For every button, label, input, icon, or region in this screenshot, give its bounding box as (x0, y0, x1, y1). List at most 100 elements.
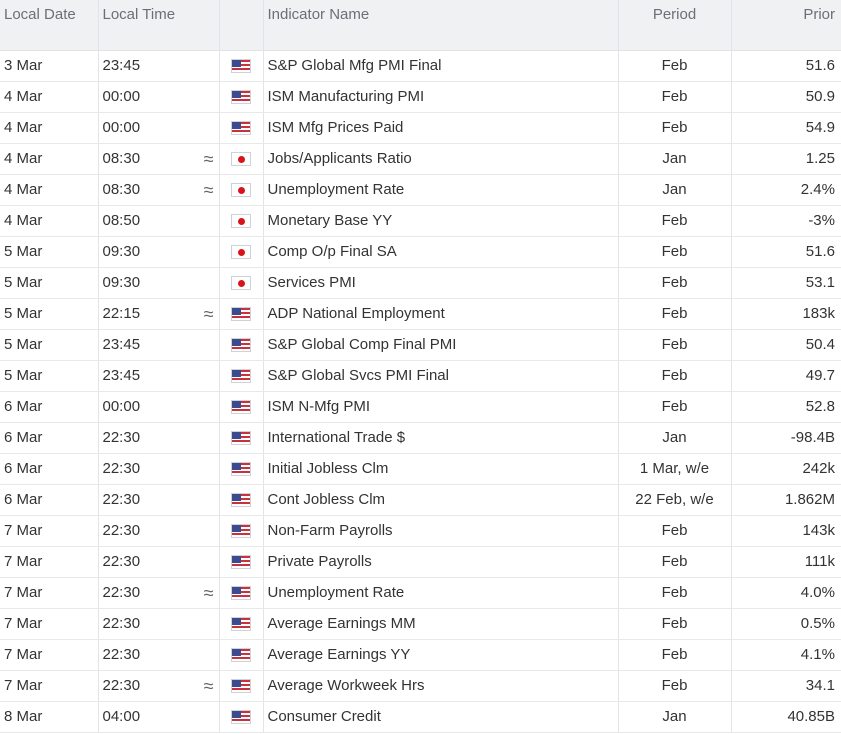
us-flag-icon (231, 555, 251, 570)
table-row[interactable]: 7 Mar 22:30 Average Earnings MM Feb 0.5% (0, 608, 841, 640)
indicator-name[interactable]: ADP National Employment (263, 298, 619, 330)
indicator-name[interactable]: Average Earnings YY (263, 639, 619, 671)
country-flag (219, 360, 264, 392)
table-row[interactable]: 5 Mar 09:30 Comp O/p Final SA Feb 51.6 (0, 236, 841, 268)
indicator-name[interactable]: S&P Global Comp Final PMI (263, 329, 619, 361)
indicator-name[interactable]: ISM Mfg Prices Paid (263, 112, 619, 144)
local-date: 3 Mar (0, 50, 99, 82)
table-row[interactable]: 5 Mar 22:15 ≈ ADP National Employment Feb 183… (0, 298, 841, 330)
time-value: 09:30 (102, 274, 141, 291)
period: Feb (618, 639, 732, 671)
table-row[interactable]: 5 Mar 23:45 S&P Global Comp Final PMI Feb 50… (0, 329, 841, 361)
table-row[interactable]: 4 Mar 00:00 ISM Manufacturing PMI Feb 50.9 (0, 81, 841, 113)
period: 22 Feb, w/e (618, 484, 732, 516)
prior-value: 111k (731, 546, 841, 578)
table-row[interactable]: 7 Mar 22:30 Average Earnings YY Feb 4.1% (0, 639, 841, 671)
local-date: 5 Mar (0, 236, 99, 268)
indicator-name[interactable]: Consumer Credit (263, 701, 619, 733)
time-value: 23:45 (102, 336, 141, 353)
country-flag (219, 236, 264, 268)
country-flag (219, 391, 264, 423)
indicator-name[interactable]: ISM Manufacturing PMI (263, 81, 619, 113)
period: Feb (618, 81, 732, 113)
indicator-name[interactable]: Cont Jobless Clm (263, 484, 619, 516)
table-row[interactable]: 4 Mar 08:30 ≈ Unemployment Rate Jan 2.4% (0, 174, 841, 206)
local-time: 08:50 (98, 205, 220, 237)
indicator-name[interactable]: Average Workweek Hrs (263, 670, 619, 702)
local-time: 22:30 (98, 484, 220, 516)
table-row[interactable]: 4 Mar 00:00 ISM Mfg Prices Paid Feb 54.9 (0, 112, 841, 144)
indicator-name[interactable]: Comp O/p Final SA (263, 236, 619, 268)
table-row[interactable]: 4 Mar 08:30 ≈ Jobs/Applicants Ratio Jan 1.25 (0, 143, 841, 175)
table-row[interactable]: 7 Mar 22:30 ≈ Average Workweek Hrs Feb 34.1 (0, 670, 841, 702)
period: Feb (618, 546, 732, 578)
indicator-name[interactable]: S&P Global Svcs PMI Final (263, 360, 619, 392)
approx-icon: ≈ (203, 582, 214, 603)
header-period[interactable]: Period (618, 0, 732, 51)
local-date: 5 Mar (0, 360, 99, 392)
indicator-name[interactable]: Services PMI (263, 267, 619, 299)
local-time: 23:45 (98, 329, 220, 361)
indicator-name[interactable]: Monetary Base YY (263, 205, 619, 237)
header-local-date[interactable]: Local Date (0, 0, 99, 51)
time-value: 00:00 (102, 88, 141, 105)
country-flag (219, 205, 264, 237)
table-row[interactable]: 7 Mar 22:30 Non-Farm Payrolls Feb 143k (0, 515, 841, 547)
us-flag-icon (231, 307, 251, 322)
country-flag (219, 50, 264, 82)
local-date: 6 Mar (0, 391, 99, 423)
table-row[interactable]: 3 Mar 23:45 S&P Global Mfg PMI Final Feb 51.… (0, 50, 841, 82)
table-row[interactable]: 4 Mar 08:50 Monetary Base YY Feb -3% (0, 205, 841, 237)
indicator-name[interactable]: ISM N-Mfg PMI (263, 391, 619, 423)
us-flag-icon (231, 90, 251, 105)
table-row[interactable]: 8 Mar 04:00 Consumer Credit Jan 40.85B (0, 701, 841, 733)
indicator-name[interactable]: International Trade $ (263, 422, 619, 454)
indicator-name[interactable]: Non-Farm Payrolls (263, 515, 619, 547)
us-flag-icon (231, 586, 251, 601)
approx-icon: ≈ (203, 675, 214, 696)
local-time: 23:45 (98, 50, 220, 82)
local-date: 6 Mar (0, 422, 99, 454)
local-time: 08:30 ≈ (98, 143, 220, 175)
country-flag (219, 267, 264, 299)
time-value: 22:30 (102, 553, 141, 570)
indicator-name[interactable]: Unemployment Rate (263, 174, 619, 206)
indicator-name[interactable]: S&P Global Mfg PMI Final (263, 50, 619, 82)
period: Feb (618, 577, 732, 609)
us-flag-icon (231, 400, 251, 415)
table-row[interactable]: 6 Mar 00:00 ISM N-Mfg PMI Feb 52.8 (0, 391, 841, 423)
prior-value: 2.4% (731, 174, 841, 206)
local-date: 6 Mar (0, 484, 99, 516)
country-flag (219, 453, 264, 485)
indicator-name[interactable]: Unemployment Rate (263, 577, 619, 609)
table-row[interactable]: 7 Mar 22:30 Private Payrolls Feb 111k (0, 546, 841, 578)
indicator-name[interactable]: Jobs/Applicants Ratio (263, 143, 619, 175)
local-date: 6 Mar (0, 453, 99, 485)
time-value: 00:00 (102, 398, 141, 415)
header-local-time[interactable]: Local Time (98, 0, 220, 51)
table-row[interactable]: 6 Mar 22:30 Initial Jobless Clm 1 Mar, w/e 2… (0, 453, 841, 485)
table-row[interactable]: 5 Mar 09:30 Services PMI Feb 53.1 (0, 267, 841, 299)
us-flag-icon (231, 59, 251, 74)
indicator-name[interactable]: Initial Jobless Clm (263, 453, 619, 485)
period: Feb (618, 236, 732, 268)
indicator-name[interactable]: Average Earnings MM (263, 608, 619, 640)
header-prior[interactable]: Prior (731, 0, 841, 51)
local-time: 23:45 (98, 360, 220, 392)
country-flag (219, 112, 264, 144)
us-flag-icon (231, 121, 251, 136)
period: Feb (618, 329, 732, 361)
local-date: 4 Mar (0, 205, 99, 237)
table-row[interactable]: 6 Mar 22:30 Cont Jobless Clm 22 Feb, w/e 1.8… (0, 484, 841, 516)
table-row[interactable]: 5 Mar 23:45 S&P Global Svcs PMI Final Feb 49… (0, 360, 841, 392)
header-indicator-name[interactable]: Indicator Name (263, 0, 619, 51)
table-row[interactable]: 6 Mar 22:30 International Trade $ Jan -98.4B (0, 422, 841, 454)
time-value: 08:30 (102, 150, 141, 167)
indicator-name[interactable]: Private Payrolls (263, 546, 619, 578)
country-flag (219, 608, 264, 640)
jp-flag-icon (231, 214, 251, 229)
table-row[interactable]: 7 Mar 22:30 ≈ Unemployment Rate Feb 4.0% (0, 577, 841, 609)
economic-calendar-table: Local Date Local Time Indicator Name Per… (0, 0, 841, 733)
jp-flag-icon (231, 245, 251, 260)
period: Jan (618, 143, 732, 175)
